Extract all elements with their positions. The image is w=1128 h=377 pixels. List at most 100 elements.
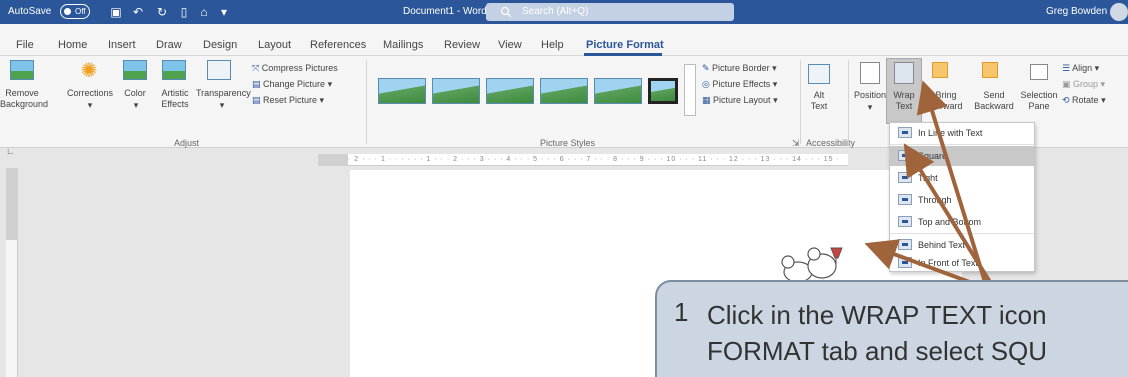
picture-style-4[interactable] <box>540 78 588 104</box>
bring-forward-button[interactable]: Bring Forward <box>926 90 966 112</box>
behind-text-icon <box>898 239 912 250</box>
open-folder-icon[interactable]: ⌂ <box>196 4 212 20</box>
tab-insert[interactable]: Insert <box>108 39 136 51</box>
picture-effects-button[interactable]: ◎ Picture Effects ▾ <box>702 78 777 90</box>
autosave-label: AutoSave <box>8 6 52 17</box>
tab-picture-format[interactable]: Picture Format <box>586 39 664 51</box>
compress-icon: ⤧ <box>252 63 262 73</box>
tab-draw[interactable]: Draw <box>156 39 182 51</box>
wrap-text-label: Wrap Text <box>893 90 915 111</box>
bring-forward-icon[interactable] <box>932 62 948 78</box>
reset-picture-button[interactable]: ▤ Reset Picture ▾ <box>252 94 324 106</box>
wrap-text-menu: In Line with Text Square Tight Through T… <box>889 122 1035 272</box>
color-button[interactable]: Color <box>118 88 152 99</box>
customize-toolbar-icon[interactable]: ▾ <box>216 4 232 20</box>
position-button[interactable]: Position <box>850 90 890 101</box>
picture-border-button[interactable]: ✎ Picture Border ▾ <box>702 62 777 74</box>
selection-pane-button[interactable]: Selection Pane <box>1020 90 1058 112</box>
transparency-icon[interactable] <box>207 60 231 80</box>
menu-item-in-front-of-text[interactable]: In Front of Text <box>890 255 1034 271</box>
menu-item-through[interactable]: Through <box>890 190 1034 210</box>
tab-selector-icon[interactable]: ∟ <box>6 146 18 158</box>
selection-pane-icon[interactable] <box>1030 64 1048 80</box>
picture-style-2[interactable] <box>432 78 480 104</box>
position-dropdown-icon[interactable]: ▾ <box>860 102 880 113</box>
group-label-adjust: Adjust <box>174 138 200 148</box>
alt-text-icon[interactable] <box>808 64 830 84</box>
alt-text-button[interactable]: Alt Text <box>804 90 834 112</box>
wrap-text-icon[interactable] <box>894 62 914 84</box>
vertical-ruler-margin <box>6 168 18 240</box>
avatar[interactable] <box>1110 3 1128 21</box>
send-backward-button[interactable]: Send Backward <box>972 90 1016 112</box>
menu-item-tight[interactable]: Tight <box>890 168 1034 188</box>
artistic-effects-icon[interactable] <box>162 60 186 80</box>
horizontal-ruler[interactable]: · 2 · · · 1 · · · · · · 1 · · · 2 · · · … <box>348 154 848 166</box>
menu-separator <box>890 233 1034 234</box>
through-wrap-icon <box>898 194 912 205</box>
group-button[interactable]: ▣ Group ▾ <box>1062 78 1105 90</box>
tab-file[interactable]: File <box>16 39 34 51</box>
group-separator <box>366 60 367 144</box>
redo-icon[interactable]: ↻ <box>154 4 170 20</box>
position-icon[interactable] <box>860 62 880 84</box>
picture-style-1[interactable] <box>378 78 426 104</box>
horizontal-ruler-margin <box>318 154 348 166</box>
picture-layout-button[interactable]: ▦ Picture Layout ▾ <box>702 94 778 106</box>
group-icon: ▣ <box>1062 79 1074 89</box>
color-dropdown-icon[interactable]: ▾ <box>126 100 146 111</box>
new-document-icon[interactable]: ▯ <box>176 4 192 20</box>
square-wrap-icon <box>898 150 912 161</box>
transparency-button[interactable]: Transparency <box>196 88 251 99</box>
compress-pictures-button[interactable]: ⤧ Compress Pictures <box>252 62 338 74</box>
menu-item-square[interactable]: Square <box>890 146 1034 166</box>
send-backward-icon[interactable] <box>982 62 998 78</box>
picture-style-5[interactable] <box>594 78 642 104</box>
tab-design[interactable]: Design <box>203 39 237 51</box>
picture-styles-scroll[interactable] <box>684 64 696 116</box>
corrections-dropdown-icon[interactable]: ▾ <box>80 100 100 111</box>
tab-references[interactable]: References <box>310 39 366 51</box>
ribbon-tabs: File Home Insert Draw Design Layout Refe… <box>0 24 1128 56</box>
rotate-button[interactable]: ⟲ Rotate ▾ <box>1062 94 1106 106</box>
group-separator <box>848 60 849 144</box>
picture-layout-icon: ▦ <box>702 95 714 105</box>
artistic-effects-button[interactable]: Artistic Effects <box>156 88 194 110</box>
change-picture-button[interactable]: ▤ Change Picture ▾ <box>252 78 332 90</box>
align-icon: ☰ <box>1062 63 1073 73</box>
tab-mailings[interactable]: Mailings <box>383 39 423 51</box>
menu-item-top-and-bottom[interactable]: Top and Bottom <box>890 212 1034 232</box>
user-name[interactable]: Greg Bowden <box>1046 6 1107 17</box>
search-icon <box>500 6 512 18</box>
align-button[interactable]: ☰ Align ▾ <box>1062 62 1099 74</box>
group-separator <box>800 60 801 144</box>
undo-icon[interactable]: ↶ <box>130 4 146 20</box>
step-number: 1 <box>674 297 689 327</box>
corrections-button[interactable]: Corrections <box>64 88 116 99</box>
tab-view[interactable]: View <box>498 39 522 51</box>
picture-border-icon: ✎ <box>702 63 713 73</box>
tab-help[interactable]: Help <box>541 39 564 51</box>
menu-item-in-line-with-text[interactable]: In Line with Text <box>890 123 1034 143</box>
autosave-toggle[interactable]: Off <box>60 4 90 19</box>
menu-item-behind-text[interactable]: Behind Text <box>890 235 1034 255</box>
tight-wrap-icon <box>898 172 912 183</box>
in-front-icon <box>898 257 912 268</box>
picture-style-6[interactable] <box>648 78 678 104</box>
color-icon[interactable] <box>123 60 147 80</box>
tab-home[interactable]: Home <box>58 39 87 51</box>
remove-background-icon[interactable] <box>10 60 34 80</box>
tab-layout[interactable]: Layout <box>258 39 291 51</box>
search-box[interactable]: Search (Alt+Q) <box>486 3 734 21</box>
corrections-icon[interactable]: ✺ <box>78 60 100 82</box>
transparency-dropdown-icon[interactable]: ▾ <box>212 100 232 111</box>
title-bar: AutoSave Off ▣ ↶ ↻ ▯ ⌂ ▾ Document1 - Wor… <box>0 0 1128 24</box>
menu-separator <box>890 144 1034 145</box>
remove-background-button[interactable]: Remove Background <box>0 88 48 110</box>
picture-style-3[interactable] <box>486 78 534 104</box>
tab-review[interactable]: Review <box>444 39 480 51</box>
save-icon[interactable]: ▣ <box>108 4 124 20</box>
rotate-icon: ⟲ <box>1062 95 1073 105</box>
in-line-icon <box>898 127 912 138</box>
search-placeholder: Search (Alt+Q) <box>522 6 589 17</box>
